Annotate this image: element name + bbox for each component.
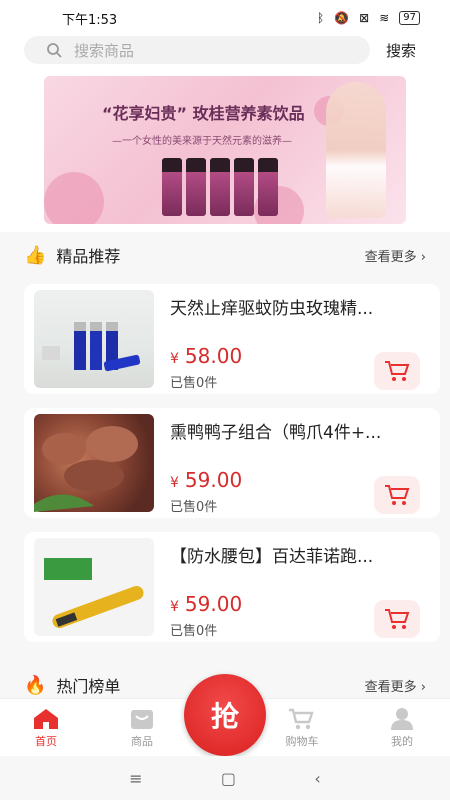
bottle-image	[234, 158, 254, 216]
banner-subtitle: —一个女性的美来源于天然元素的滋养—	[112, 136, 292, 147]
model-image	[326, 82, 386, 218]
cart-icon	[385, 609, 410, 629]
sim-icon: ⊠	[359, 11, 370, 25]
duck-food-image	[34, 426, 138, 512]
tab-mine[interactable]: 我的	[372, 707, 432, 749]
status-bar: 下午1:53 ᛒ 🔕 ⊠ ≋ 97	[0, 0, 450, 36]
tab-goods[interactable]: 商品	[112, 707, 172, 749]
cart-icon	[385, 361, 410, 381]
grab-deal-button[interactable]: 抢	[184, 674, 266, 756]
bottle-image	[210, 158, 230, 216]
shopping-bag-icon	[131, 710, 153, 729]
add-to-cart-button[interactable]	[374, 352, 420, 390]
waist-bag-image	[44, 558, 144, 629]
home-square-icon[interactable]: ▢	[221, 769, 236, 788]
product-image	[34, 290, 154, 388]
spray-bottles-image	[42, 322, 141, 372]
fire-icon: 🔥	[24, 674, 47, 696]
battery-icon: 97	[399, 11, 420, 25]
search-row: 搜索商品 搜索	[0, 36, 450, 72]
thumbs-up-icon: 👍	[24, 244, 47, 266]
banner-section: “花享妇贵” 玫桂营养素饮品 —一个女性的美来源于天然元素的滋养—	[0, 72, 450, 232]
cart-icon	[385, 485, 410, 505]
product-card[interactable]: 天然止痒驱蚊防虫玫瑰精... ¥58.00 已售0件	[24, 284, 440, 394]
rose-decoration	[44, 172, 104, 224]
home-icon	[34, 709, 58, 729]
featured-title: 精品推荐	[56, 247, 121, 266]
product-image	[34, 538, 154, 636]
grab-label: 抢	[210, 700, 239, 733]
product-name: 天然止痒驱蚊防虫玫瑰精...	[170, 299, 374, 319]
wifi-icon: ≋	[379, 11, 390, 25]
product-price: ¥58.00	[170, 344, 243, 368]
product-image	[34, 414, 154, 512]
hot-more-link[interactable]: 查看更多 ›	[365, 676, 426, 695]
product-sold: 已售0件	[170, 624, 218, 639]
cart-icon	[289, 708, 314, 730]
product-card[interactable]: 【防水腰包】百达菲诺跑... ¥59.00 已售0件	[24, 532, 440, 642]
tab-mine-label: 我的	[391, 735, 413, 748]
menu-icon[interactable]: ≡	[129, 769, 142, 788]
add-to-cart-button[interactable]	[374, 600, 420, 638]
search-button[interactable]: 搜索	[386, 40, 416, 61]
search-input[interactable]: 搜索商品	[24, 36, 370, 64]
promo-banner[interactable]: “花享妇贵” 玫桂营养素饮品 —一个女性的美来源于天然元素的滋养—	[44, 76, 406, 224]
back-icon[interactable]: ‹	[314, 769, 320, 788]
product-sold: 已售0件	[170, 376, 218, 391]
product-price: ¥59.00	[170, 592, 243, 616]
tab-home-label: 首页	[35, 735, 57, 748]
system-nav-bar: ≡ ▢ ‹	[0, 756, 450, 800]
featured-more-link[interactable]: 查看更多 ›	[365, 246, 426, 265]
product-name: 熏鸭鸭子组合（鸭爪4件+...	[170, 423, 382, 443]
banner-title: “花享妇贵” 玫桂营养素饮品	[102, 104, 305, 123]
tab-cart[interactable]: 购物车	[272, 707, 332, 749]
product-card[interactable]: 熏鸭鸭子组合（鸭爪4件+... ¥59.00 已售0件	[24, 408, 440, 518]
tab-home[interactable]: 首页	[16, 707, 76, 749]
user-icon	[391, 708, 413, 730]
product-price: ¥59.00	[170, 468, 243, 492]
status-time: 下午1:53	[62, 12, 118, 28]
bluetooth-icon: ᛒ	[316, 11, 325, 25]
featured-header: 👍 精品推荐 查看更多 ›	[0, 232, 450, 278]
bottle-image	[258, 158, 278, 216]
mute-icon: 🔕	[334, 11, 350, 25]
bottle-image	[186, 158, 206, 216]
hot-title: 热门榜单	[56, 677, 121, 696]
tab-cart-label: 购物车	[285, 735, 319, 748]
product-name: 【防水腰包】百达菲诺跑...	[170, 547, 374, 567]
status-icons: ᛒ 🔕 ⊠ ≋ 97	[317, 11, 420, 25]
add-to-cart-button[interactable]	[374, 476, 420, 514]
search-icon	[47, 43, 62, 58]
tab-goods-label: 商品	[131, 735, 153, 748]
search-placeholder: 搜索商品	[74, 41, 135, 60]
bottle-image	[162, 158, 182, 216]
product-sold: 已售0件	[170, 500, 218, 515]
